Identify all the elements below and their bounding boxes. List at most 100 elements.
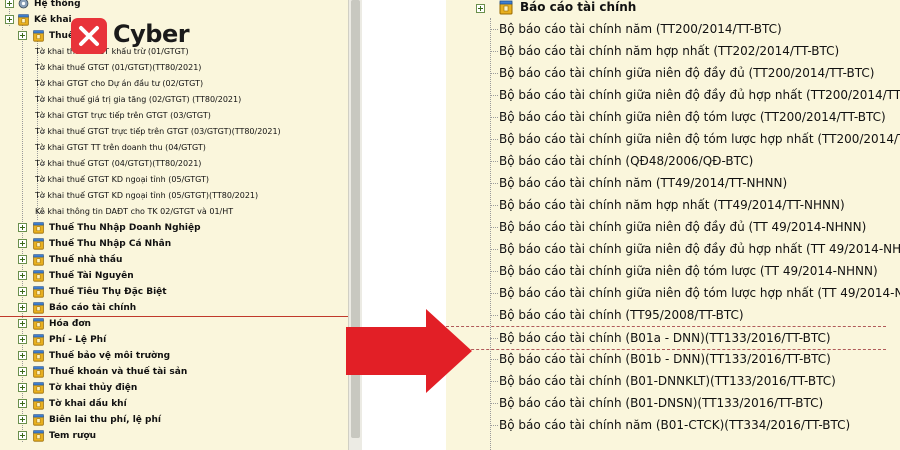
tree-item-label: Thuế Thu Nhập Cá Nhân [49,239,172,249]
expand-toggle-icon[interactable] [18,335,27,344]
tree-folder-item[interactable]: Tờ khai dầu khí [0,396,348,412]
tree-item-label: Tờ khai thuế giá trị gia tăng (02/GTGT) … [35,95,242,104]
report-list-item[interactable]: Bộ báo cáo tài chính (B01b - DNN)(TT133/… [446,348,886,370]
tree-connector [490,95,498,96]
tree-item-label: Biên lai thu phí, lệ phí [49,415,161,425]
tree-folder-item[interactable]: Thuế Thu Nhập Cá Nhân [0,236,348,252]
report-list-item[interactable]: Bộ báo cáo tài chính năm (TT49/2014/TT-N… [446,172,886,194]
tree-header-item[interactable]: Báo cáo tài chính [446,0,886,18]
report-list-item[interactable]: Bộ báo cáo tài chính giữa niên độ tóm lư… [446,128,900,150]
report-list-item[interactable]: Bộ báo cáo tài chính giữa niên độ đầy đủ… [446,238,900,260]
tree-connector [490,205,498,206]
tree-connector [490,249,498,250]
tree-folder-item[interactable]: Thuế Tài Nguyên [0,268,348,284]
expand-toggle-icon[interactable] [18,383,27,392]
tree-doc-item[interactable]: Tờ khai GTGT TT trên doanh thu (04/GTGT) [0,140,348,156]
expand-toggle-icon[interactable] [5,15,14,24]
tree-folder-item[interactable]: Thuế Thu Nhập Doanh Nghiệp [0,220,348,236]
tree-folder-item[interactable]: Tem rượu [0,428,348,444]
expand-toggle-icon[interactable] [18,431,27,440]
tree-doc-item[interactable]: Tờ khai thuế GTGT (04/GTGT)(TT80/2021) [0,156,348,172]
report-list-item[interactable]: Bộ báo cáo tài chính giữa niên độ đầy đủ… [446,216,886,238]
tree-doc-item[interactable]: Tờ khai thuế GTGT (01/GTGT)(TT80/2021) [0,60,348,76]
tree-doc-item[interactable]: Tờ khai thuế GTGT KD ngoại tỉnh (05/GTGT… [0,172,348,188]
tree-folder-item[interactable]: Thuế bảo vệ môi trường [0,348,348,364]
tree-connector [490,29,498,30]
report-list-item[interactable]: Bộ báo cáo tài chính (B01-DNSN)(TT133/20… [446,392,886,414]
tree-connector [490,359,498,360]
left-tree-view[interactable]: Hệ thống Kê khai Thuế Tờ khai thuế GTGT khấ… [0,0,348,450]
expand-toggle-icon[interactable] [5,0,14,8]
tree-folder-item[interactable]: Hệ thống [0,0,348,12]
report-list-item[interactable]: Bộ báo cáo tài chính giữa niên độ tóm lư… [446,106,886,128]
tree-folder-item[interactable]: Thuế nhà thầu [0,252,348,268]
tree-folder-item[interactable]: Thuế Tiêu Thụ Đặc Biệt [0,284,348,300]
tree-doc-item[interactable]: Tờ khai thuế giá trị gia tăng (02/GTGT) … [0,92,348,108]
report-list-item[interactable]: Bộ báo cáo tài chính (TT95/2008/TT-BTC) [446,304,886,326]
report-list-item[interactable]: Bộ báo cáo tài chính năm hợp nhất (TT202… [446,40,886,62]
report-list-item[interactable]: Bộ báo cáo tài chính (B01a - DNN)(TT133/… [446,326,886,350]
report-item-label: Bộ báo cáo tài chính giữa niên độ tóm lư… [499,110,886,124]
expand-toggle-icon[interactable] [476,4,485,13]
report-list-item[interactable]: Bộ báo cáo tài chính (B01-DNNKLT)(TT133/… [446,370,886,392]
report-item-label: Bộ báo cáo tài chính năm (TT200/2014/TT-… [499,22,782,36]
report-list-item[interactable]: Bộ báo cáo tài chính (QĐ48/2006/QĐ-BTC) [446,150,886,172]
tree-folder-item[interactable]: Thuế khoán và thuế tài sản [0,364,348,380]
tree-item-label: Tờ khai thủy điện [49,383,138,393]
expand-toggle-icon[interactable] [18,31,27,40]
expand-toggle-icon[interactable] [18,415,27,424]
expand-toggle-icon[interactable] [18,287,27,296]
expand-toggle-icon[interactable] [18,303,27,312]
tree-doc-item[interactable]: Tờ khai GTGT trực tiếp trên GTGT (03/GTG… [0,108,348,124]
expand-toggle-icon[interactable] [18,351,27,360]
tree-folder-item[interactable]: Hóa đơn [0,316,348,332]
tree-doc-item[interactable]: Tờ khai thuế GTGT trực tiếp trên GTGT (0… [0,124,348,140]
report-list-item[interactable]: Bộ báo cáo tài chính năm hợp nhất (TT49/… [446,194,886,216]
tree-item-label: Tờ khai thuế GTGT trực tiếp trên GTGT (0… [35,127,281,136]
report-item-label: Bộ báo cáo tài chính năm hợp nhất (TT202… [499,44,840,58]
tree-connector [490,73,498,74]
report-item-label: Bộ báo cáo tài chính (B01-DNNKLT)(TT133/… [499,374,836,388]
expand-toggle-icon[interactable] [18,367,27,376]
report-list-item[interactable]: Bộ báo cáo tài chính giữa niên độ đầy đủ… [446,62,886,84]
tree-item-label: Kê khai [34,15,72,25]
report-item-label: Bộ báo cáo tài chính (QĐ48/2006/QĐ-BTC) [499,154,754,168]
tree-item-label: Hệ thống [34,0,81,9]
tree-folder-item[interactable]: Tờ khai thủy điện [0,380,348,396]
report-list-item[interactable]: Bộ báo cáo tài chính giữa niên độ tóm lư… [446,260,886,282]
tree-item-label: Phí - Lệ Phí [49,335,107,345]
tree-item-label: Thuế nhà thầu [49,255,123,265]
tree-connector [490,293,498,294]
tree-item-label: Tờ khai thuế GTGT (01/GTGT)(TT80/2021) [35,63,202,72]
expand-toggle-icon[interactable] [18,223,27,232]
cyber-logo-icon [71,18,107,54]
tree-doc-item[interactable]: Kê khai thông tin DAĐT cho TK 02/GTGT và… [0,204,348,220]
tree-folder-item[interactable]: Biên lai thu phí, lệ phí [0,412,348,428]
report-list-item[interactable]: Bộ báo cáo tài chính năm (B01-CTCK)(TT33… [446,414,886,436]
tree-item-label: Kê khai thông tin DAĐT cho TK 02/GTGT và… [35,207,234,216]
tree-header-label: Báo cáo tài chính [520,0,637,14]
tree-folder-item[interactable]: Báo cáo tài chính [0,300,348,317]
right-tree-view[interactable]: Báo cáo tài chính Bộ báo cáo tài chính nă… [446,0,900,450]
expand-toggle-icon[interactable] [18,239,27,248]
expand-toggle-icon[interactable] [18,319,27,328]
tree-item-label: Tờ khai thuế GTGT KD ngoại tỉnh (05/GTGT… [35,191,259,200]
report-list-item[interactable]: Bộ báo cáo tài chính giữa niên độ tóm lư… [446,282,900,304]
expand-toggle-icon[interactable] [18,255,27,264]
tree-item-label: Thuế khoán và thuế tài sản [49,367,188,377]
report-list-item[interactable]: Bộ báo cáo tài chính năm (TT200/2014/TT-… [446,18,886,40]
tree-folder-item[interactable]: Phí - Lệ Phí [0,332,348,348]
tree-doc-item[interactable]: Tờ khai GTGT cho Dự án đầu tư (02/GTGT) [0,76,348,92]
tree-doc-item[interactable]: Tờ khai thuế GTGT KD ngoại tỉnh (05/GTGT… [0,188,348,204]
tree-connector [490,425,498,426]
tree-connector [490,183,498,184]
report-item-label: Bộ báo cáo tài chính năm (TT49/2014/TT-N… [499,176,788,190]
report-list-item[interactable]: Bộ báo cáo tài chính giữa niên độ đầy đủ… [446,84,900,106]
report-item-label: Bộ báo cáo tài chính năm hợp nhất (TT49/… [499,198,845,212]
report-item-label: Bộ báo cáo tài chính giữa niên độ tóm lư… [499,286,900,300]
expand-toggle-icon[interactable] [18,271,27,280]
report-item-label: Bộ báo cáo tài chính (B01-DNSN)(TT133/20… [499,396,824,410]
left-tree-panel: Hệ thống Kê khai Thuế Tờ khai thuế GTGT khấ… [0,0,362,450]
report-item-label: Bộ báo cáo tài chính (B01a - DNN)(TT133/… [499,331,831,345]
expand-toggle-icon[interactable] [18,399,27,408]
